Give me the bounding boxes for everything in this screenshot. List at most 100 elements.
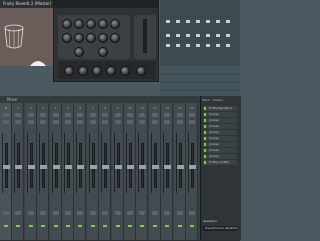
output-select[interactable]: Headphones (Realtek...) — [203, 226, 237, 231]
track-pan-knob[interactable] — [15, 120, 22, 124]
insert-slot[interactable]: Fruity Limiter — [203, 160, 237, 165]
track-mute-button[interactable] — [127, 113, 133, 117]
mixer-track[interactable]: 3 — [37, 103, 50, 240]
track-pan-knob[interactable] — [189, 120, 195, 124]
track-fader-handle[interactable] — [151, 165, 159, 169]
track-pan-knob[interactable] — [164, 120, 171, 124]
track-pan-knob[interactable] — [151, 120, 158, 124]
track-fader-handle[interactable] — [15, 165, 23, 169]
track-pan-knob[interactable] — [52, 120, 59, 124]
mixer-track[interactable]: 15 — [186, 103, 198, 240]
step-button[interactable] — [186, 34, 190, 37]
track-fader-handle[interactable] — [52, 165, 60, 169]
track-mute-button[interactable] — [77, 113, 84, 117]
track-route-button[interactable] — [15, 211, 22, 215]
knob-11[interactable] — [74, 47, 84, 57]
track-route-button[interactable] — [189, 211, 195, 215]
track-route-button[interactable] — [65, 211, 71, 215]
knob-6[interactable] — [62, 33, 72, 43]
track-mute-button[interactable] — [89, 113, 96, 117]
track-fader-handle[interactable] — [27, 165, 35, 169]
step-button[interactable] — [216, 20, 220, 23]
track-pan-knob[interactable] — [127, 120, 133, 124]
knob-14[interactable] — [78, 66, 88, 76]
knob-4[interactable] — [98, 19, 108, 29]
track-mute-button[interactable] — [65, 113, 71, 117]
track-pan-knob[interactable] — [3, 120, 9, 124]
mixer-track[interactable]: 6 — [74, 103, 87, 240]
insert-slot-led[interactable] — [204, 107, 206, 110]
track-send-led[interactable] — [128, 225, 132, 227]
mixer-track[interactable]: 11 — [136, 103, 149, 240]
insert-slot[interactable]: (none) — [203, 154, 237, 159]
step-button[interactable] — [196, 44, 200, 47]
insert-slot[interactable]: (none) — [203, 112, 237, 117]
track-fader-handle[interactable] — [40, 165, 48, 169]
knob-9[interactable] — [98, 33, 108, 43]
step-button[interactable] — [216, 34, 220, 37]
track-mute-button[interactable] — [189, 113, 195, 117]
track-send-led[interactable] — [78, 225, 83, 227]
track-mute-button[interactable] — [176, 113, 183, 117]
track-route-button[interactable] — [89, 211, 96, 215]
insert-slot[interactable]: (none) — [203, 130, 237, 135]
step-button[interactable] — [216, 44, 220, 47]
step-button[interactable] — [186, 44, 190, 47]
track-mute-button[interactable] — [164, 113, 171, 117]
track-send-led[interactable] — [190, 225, 194, 227]
insert-slot-led[interactable] — [204, 149, 206, 152]
step-button[interactable] — [196, 20, 200, 23]
track-send-led[interactable] — [16, 225, 21, 227]
track-route-button[interactable] — [151, 211, 158, 215]
track-fader-handle[interactable] — [89, 165, 97, 169]
track-pan-knob[interactable] — [176, 120, 183, 124]
track-route-button[interactable] — [139, 211, 146, 215]
mixer-track[interactable]: 7 — [86, 103, 99, 240]
track-pan-knob[interactable] — [77, 120, 84, 124]
step-button[interactable] — [226, 20, 230, 23]
track-fader-handle[interactable] — [176, 165, 184, 169]
insert-slot-led[interactable] — [204, 137, 206, 140]
track-pan-knob[interactable] — [27, 120, 34, 124]
track-send-led[interactable] — [165, 225, 170, 227]
mixer-track[interactable]: 5 — [62, 103, 74, 240]
track-route-button[interactable] — [40, 211, 47, 215]
track-send-led[interactable] — [177, 225, 182, 227]
insert-slot-led[interactable] — [204, 143, 206, 146]
track-pan-knob[interactable] — [114, 120, 121, 124]
insert-slot-led[interactable] — [204, 125, 206, 128]
track-fader-handle[interactable] — [3, 165, 10, 169]
knob-17[interactable] — [120, 66, 130, 76]
track-mute-button[interactable] — [114, 113, 121, 117]
insert-slot-led[interactable] — [204, 131, 206, 134]
track-route-button[interactable] — [3, 211, 9, 215]
insert-slot-led[interactable] — [204, 119, 206, 122]
knob-13[interactable] — [64, 66, 74, 76]
track-send-led[interactable] — [53, 225, 58, 227]
track-route-button[interactable] — [102, 211, 109, 215]
mixer-track[interactable]: 12 — [148, 103, 161, 240]
knob-5[interactable] — [110, 19, 120, 29]
track-mute-button[interactable] — [40, 113, 47, 117]
track-send-led[interactable] — [66, 225, 70, 227]
track-fader-handle[interactable] — [65, 165, 72, 169]
track-mute-button[interactable] — [3, 113, 9, 117]
track-fader-handle[interactable] — [164, 165, 172, 169]
insert-slot[interactable]: Fruity Reverb 2 — [203, 106, 237, 111]
step-button[interactable] — [196, 34, 200, 37]
track-fader-handle[interactable] — [127, 165, 134, 169]
track-fader-handle[interactable] — [77, 165, 85, 169]
step-button[interactable] — [176, 34, 180, 37]
track-send-led[interactable] — [152, 225, 157, 227]
insert-slot-led[interactable] — [204, 155, 206, 158]
mixer-title[interactable]: Mixer — [0, 96, 200, 103]
step-button[interactable] — [166, 44, 170, 47]
knob-12[interactable] — [98, 47, 108, 57]
insert-slot[interactable]: (none) — [203, 142, 237, 147]
track-send-led[interactable] — [41, 225, 46, 227]
knob-1[interactable] — [62, 19, 72, 29]
step-button[interactable] — [206, 20, 210, 23]
insert-slot-led[interactable] — [204, 161, 206, 164]
mixer-track[interactable]: 1 — [12, 103, 25, 240]
knob-7[interactable] — [74, 33, 84, 43]
